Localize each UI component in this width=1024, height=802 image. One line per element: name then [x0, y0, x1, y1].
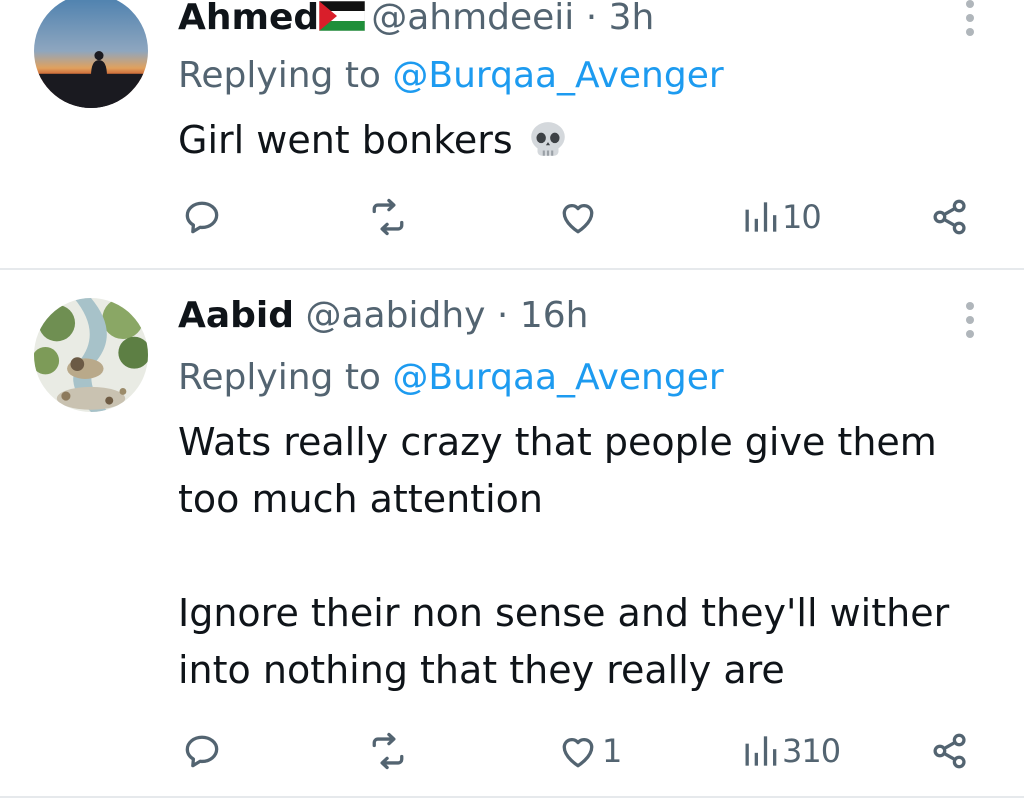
garden-avatar-image [34, 298, 148, 412]
share-button[interactable] [928, 192, 972, 242]
like-icon [562, 204, 594, 234]
reply-button[interactable] [180, 726, 224, 776]
share-icon [933, 733, 966, 769]
sunset-avatar-image [34, 0, 148, 108]
action-bar: 1 310 [0, 726, 1024, 776]
views-icon [745, 202, 777, 232]
replying-prefix: Replying to [178, 357, 393, 398]
like-icon [562, 738, 594, 768]
share-button[interactable] [928, 726, 972, 776]
tweet-text-paragraph: Ignore their non sense and they'll withe… [178, 591, 950, 692]
views-icon [745, 736, 777, 766]
reply-feed: Ahmed @ahmdeeii · 3h Replying to @Burqaa… [0, 0, 1024, 802]
replying-to-line: Replying to @Burqaa_Avenger [178, 54, 724, 98]
tweet-text: Girl went bonkers [178, 112, 978, 169]
more-options-icon[interactable] [964, 302, 976, 342]
views-button[interactable]: 10 [740, 192, 822, 242]
tweet-header: Aabid @aabidhy · 16h [178, 294, 588, 338]
share-icon [933, 199, 966, 235]
tweet-header: Ahmed @ahmdeeii · 3h [178, 0, 654, 40]
separator: · [585, 0, 598, 38]
reply-button[interactable] [180, 192, 224, 242]
like-button[interactable]: 1 [556, 726, 622, 776]
separator: · [496, 295, 509, 336]
reply-icon [185, 201, 219, 234]
like-button[interactable] [556, 192, 602, 242]
avatar[interactable] [34, 298, 148, 412]
tweet-text-paragraph: Wats really crazy that people give them … [178, 420, 937, 521]
avatar[interactable] [34, 0, 148, 108]
tweet-ahmed[interactable]: Ahmed @ahmdeeii · 3h Replying to @Burqaa… [0, 0, 1024, 268]
retweet-icon [372, 198, 404, 236]
view-count: 310 [782, 732, 841, 770]
views-button[interactable]: 310 [740, 726, 841, 776]
skull-emoji-icon [527, 119, 569, 161]
like-count: 1 [602, 732, 622, 770]
action-bar: 10 [0, 192, 1024, 242]
tweet-aabid[interactable]: Aabid @aabidhy · 16h Replying to @Burqaa… [0, 270, 1024, 796]
replying-to-line: Replying to @Burqaa_Avenger [178, 356, 724, 400]
tweet-text-paragraph: Girl went bonkers [178, 118, 513, 162]
reply-icon [185, 735, 219, 768]
retweet-icon [372, 732, 404, 770]
retweet-button[interactable] [366, 726, 410, 776]
user-handle[interactable]: @ahmdeeii [371, 0, 574, 38]
display-name[interactable]: Aabid [178, 295, 294, 336]
mention-link[interactable]: @Burqaa_Avenger [392, 55, 723, 96]
retweet-button[interactable] [366, 192, 410, 242]
tweet-text: Wats really crazy that people give them … [178, 414, 978, 699]
view-count: 10 [782, 198, 822, 236]
timestamp[interactable]: 3h [609, 0, 655, 38]
display-name[interactable]: Ahmed [178, 0, 319, 38]
more-options-icon[interactable] [964, 0, 976, 40]
replying-prefix: Replying to [178, 55, 393, 96]
mention-link[interactable]: @Burqaa_Avenger [392, 357, 723, 398]
divider [0, 796, 1024, 798]
palestine-flag-icon [319, 1, 366, 31]
timestamp[interactable]: 16h [520, 295, 589, 336]
user-handle[interactable]: @aabidhy [306, 295, 486, 336]
